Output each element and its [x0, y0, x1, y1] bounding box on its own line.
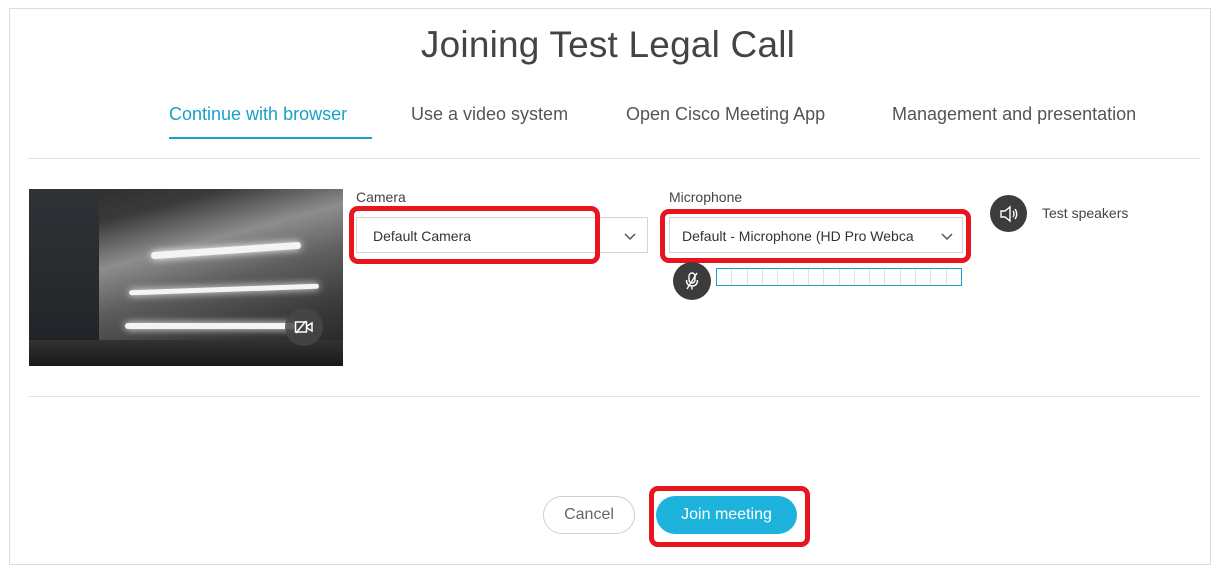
page-title: Joining Test Legal Call: [420, 24, 796, 65]
camera-off-icon[interactable]: [285, 308, 323, 346]
divider-top: [28, 158, 1200, 159]
preview-light: [150, 241, 302, 260]
camera-select-value: Default Camera: [373, 228, 472, 244]
tab-open-cisco-meeting-app[interactable]: Open Cisco Meeting App: [626, 104, 825, 125]
chevron-down-icon: [624, 233, 636, 241]
microphone-label: Microphone: [669, 189, 743, 205]
active-tab-indicator: [169, 137, 372, 139]
microphone-select[interactable]: Default - Microphone (HD Pro Webca: [669, 217, 963, 253]
microphone-select-value: Default - Microphone (HD Pro Webca: [682, 228, 914, 244]
speaker-icon[interactable]: [990, 195, 1027, 232]
mic-muted-icon[interactable]: [673, 262, 711, 300]
camera-select[interactable]: Default Camera: [356, 217, 648, 253]
cancel-button[interactable]: Cancel: [543, 496, 635, 534]
tab-management-and-presentation[interactable]: Management and presentation: [892, 104, 1136, 125]
join-meeting-button[interactable]: Join meeting: [656, 496, 797, 534]
divider-bottom: [28, 396, 1200, 397]
camera-label: Camera: [356, 189, 406, 205]
preview-light: [128, 283, 320, 296]
mic-level-meter: [716, 268, 962, 286]
test-speakers-link[interactable]: Test speakers: [1042, 205, 1128, 221]
preview-light: [125, 323, 295, 329]
chevron-down-icon: [941, 233, 953, 241]
tab-continue-with-browser[interactable]: Continue with browser: [169, 104, 347, 125]
tab-use-video-system[interactable]: Use a video system: [411, 104, 568, 125]
